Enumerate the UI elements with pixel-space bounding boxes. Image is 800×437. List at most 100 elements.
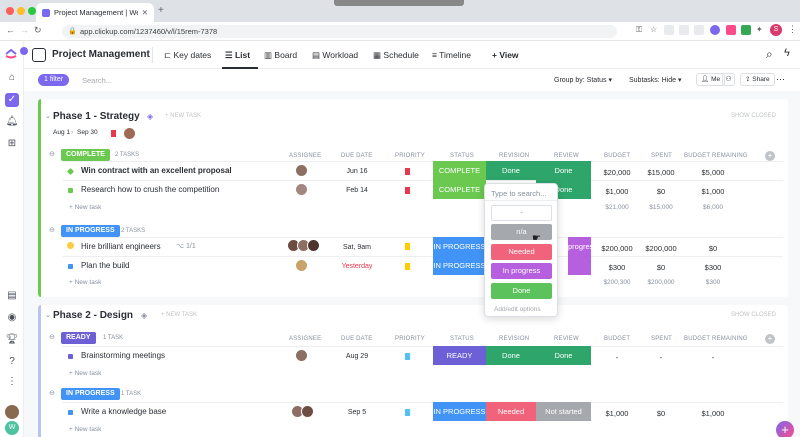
workspace-avatar[interactable]: W: [5, 421, 19, 435]
tab-key-dates[interactable]: ⊏ Key dates: [164, 50, 211, 61]
goals-icon[interactable]: 🏆︎: [5, 333, 19, 347]
search-icon[interactable]: ⌕: [766, 47, 773, 62]
show-closed-toggle[interactable]: SHOW CLOSED: [731, 113, 776, 119]
column-header-status[interactable]: STATUS: [450, 153, 474, 159]
new-tab-icon[interactable]: +: [158, 5, 164, 16]
column-header-priority[interactable]: PRIORITY: [395, 336, 425, 342]
end-date[interactable]: Sep 30: [77, 129, 98, 136]
collapse-icon[interactable]: ⌄: [45, 112, 51, 120]
column-header-revision[interactable]: REVISION: [499, 153, 529, 159]
assignee-avatar[interactable]: [301, 405, 314, 418]
due-date[interactable]: Sat, 9am: [337, 244, 377, 251]
quick-create-button[interactable]: +: [776, 421, 794, 437]
revision-cell[interactable]: Done: [486, 161, 536, 180]
notifications-icon[interactable]: 🔔︎: [5, 115, 19, 129]
tab-board[interactable]: ▥ Board: [264, 50, 297, 61]
new-task-header[interactable]: + NEW TASK: [165, 113, 201, 119]
column-header-status[interactable]: STATUS: [450, 336, 474, 342]
status-group-label[interactable]: IN PROGRESS: [61, 225, 120, 237]
dropdown-option-in-progress[interactable]: In progress: [491, 263, 552, 279]
new-task-link[interactable]: + New task: [69, 204, 101, 211]
column-header-priority[interactable]: PRIORITY: [395, 153, 425, 159]
status-cell[interactable]: IN PROGRESS: [433, 402, 486, 421]
filter-button[interactable]: 1 filter: [38, 74, 70, 86]
review-cell[interactable]: [568, 256, 591, 275]
spent-value[interactable]: $200,000: [641, 244, 681, 253]
task-name[interactable]: Hire brilliant engineers: [81, 242, 161, 251]
show-closed-toggle[interactable]: SHOW CLOSED: [731, 312, 776, 318]
start-date[interactable]: Aug 1: [53, 129, 70, 136]
column-header-budget-remaining[interactable]: BUDGET REMAINING: [684, 153, 748, 159]
eye-icon[interactable]: ◈: [141, 311, 147, 320]
priority-flag-icon[interactable]: [405, 263, 410, 270]
assignees-icon[interactable]: ⚇: [722, 73, 735, 86]
status-group-label[interactable]: READY: [61, 332, 96, 344]
budget-value[interactable]: -: [597, 353, 637, 362]
puzzle-icon[interactable]: ✦: [756, 25, 763, 34]
minimize-window-icon[interactable]: [17, 7, 25, 15]
dropdown-option-na[interactable]: n/a: [491, 224, 552, 240]
column-header-due-date[interactable]: DUE DATE: [341, 153, 373, 159]
review-cell[interactable]: Done: [536, 161, 591, 180]
assignee-avatar[interactable]: [295, 164, 308, 177]
add-edit-options-link[interactable]: Add/edit options: [494, 306, 541, 313]
assignee-avatar[interactable]: [295, 349, 308, 362]
more-vert-icon[interactable]: ⋮: [788, 24, 797, 35]
eye-icon[interactable]: ◈: [147, 112, 153, 121]
status-cell[interactable]: IN PROGRESS: [433, 237, 486, 256]
status-cell[interactable]: READY: [433, 346, 486, 365]
spent-value[interactable]: -: [641, 353, 681, 362]
priority-flag-icon[interactable]: [405, 243, 410, 250]
collapse-icon[interactable]: ⌄: [45, 311, 51, 319]
column-header-spent[interactable]: SPENT: [651, 336, 672, 342]
reload-icon[interactable]: ↻: [34, 25, 42, 36]
budget-value[interactable]: $200,000: [597, 244, 637, 253]
task-status-icon[interactable]: [68, 188, 73, 193]
close-tab-icon[interactable]: ✕: [142, 8, 148, 17]
tasks-icon[interactable]: ✓: [5, 93, 19, 107]
dropdown-option-blank[interactable]: -: [491, 205, 552, 221]
column-header-budget[interactable]: BUDGET: [604, 153, 630, 159]
priority-flag-icon[interactable]: [405, 409, 410, 416]
budget-value[interactable]: $1,000: [597, 187, 637, 196]
assignee-avatar[interactable]: [295, 259, 308, 272]
back-icon[interactable]: ←: [6, 25, 15, 35]
collapse-group-icon[interactable]: ⊖: [49, 389, 55, 397]
due-date[interactable]: Feb 14: [337, 187, 377, 194]
clickup-extension-icon[interactable]: [710, 25, 720, 35]
task-status-icon[interactable]: [68, 264, 73, 269]
me-filter-button[interactable]: 👤︎ Me: [696, 73, 726, 86]
priority-flag-icon[interactable]: [405, 353, 410, 360]
priority-flag-icon[interactable]: [405, 168, 410, 175]
dropdown-option-done[interactable]: Done: [491, 283, 552, 299]
tab-schedule[interactable]: ▦ Schedule: [373, 50, 419, 61]
pulse-icon[interactable]: ◉: [5, 311, 19, 325]
star-icon[interactable]: ☆: [650, 25, 657, 34]
share-button[interactable]: ⇪ Share: [740, 73, 775, 86]
due-date[interactable]: Aug 29: [337, 353, 377, 360]
subtask-icon[interactable]: ⌥ 1/1: [176, 242, 196, 250]
budget-value[interactable]: $1,000: [597, 409, 637, 418]
extension-icon[interactable]: [664, 25, 674, 35]
column-header-review[interactable]: REVIEW: [554, 153, 579, 159]
review-cell[interactable]: Done: [536, 346, 591, 365]
review-cell[interactable]: Not started: [536, 402, 591, 421]
dropdown-search-input[interactable]: Type to search...: [491, 189, 546, 198]
user-avatar[interactable]: [5, 405, 19, 419]
add-view-button[interactable]: + View: [492, 50, 519, 60]
extension-icon[interactable]: [679, 25, 689, 35]
extension-icon[interactable]: [726, 25, 736, 35]
new-task-link[interactable]: + New task: [69, 426, 101, 433]
spent-value[interactable]: $0: [641, 187, 681, 196]
due-date[interactable]: Sep 5: [337, 409, 377, 416]
column-header-budget[interactable]: BUDGET: [604, 336, 630, 342]
help-icon[interactable]: ?: [5, 355, 19, 369]
status-group-label[interactable]: IN PROGRESS: [61, 388, 120, 400]
dropdown-option-needed[interactable]: Needed: [491, 244, 552, 260]
more-options-icon[interactable]: ⋯: [776, 74, 785, 85]
spent-value[interactable]: $0: [641, 263, 681, 272]
url-field[interactable]: 🔒 app.clickup.com/1237460/v/l/15rem-7378: [62, 25, 617, 38]
status-cell[interactable]: COMPLETE: [433, 161, 486, 180]
status-cell[interactable]: COMPLETE: [433, 180, 486, 199]
column-header-assignee[interactable]: ASSIGNEE: [289, 336, 321, 342]
